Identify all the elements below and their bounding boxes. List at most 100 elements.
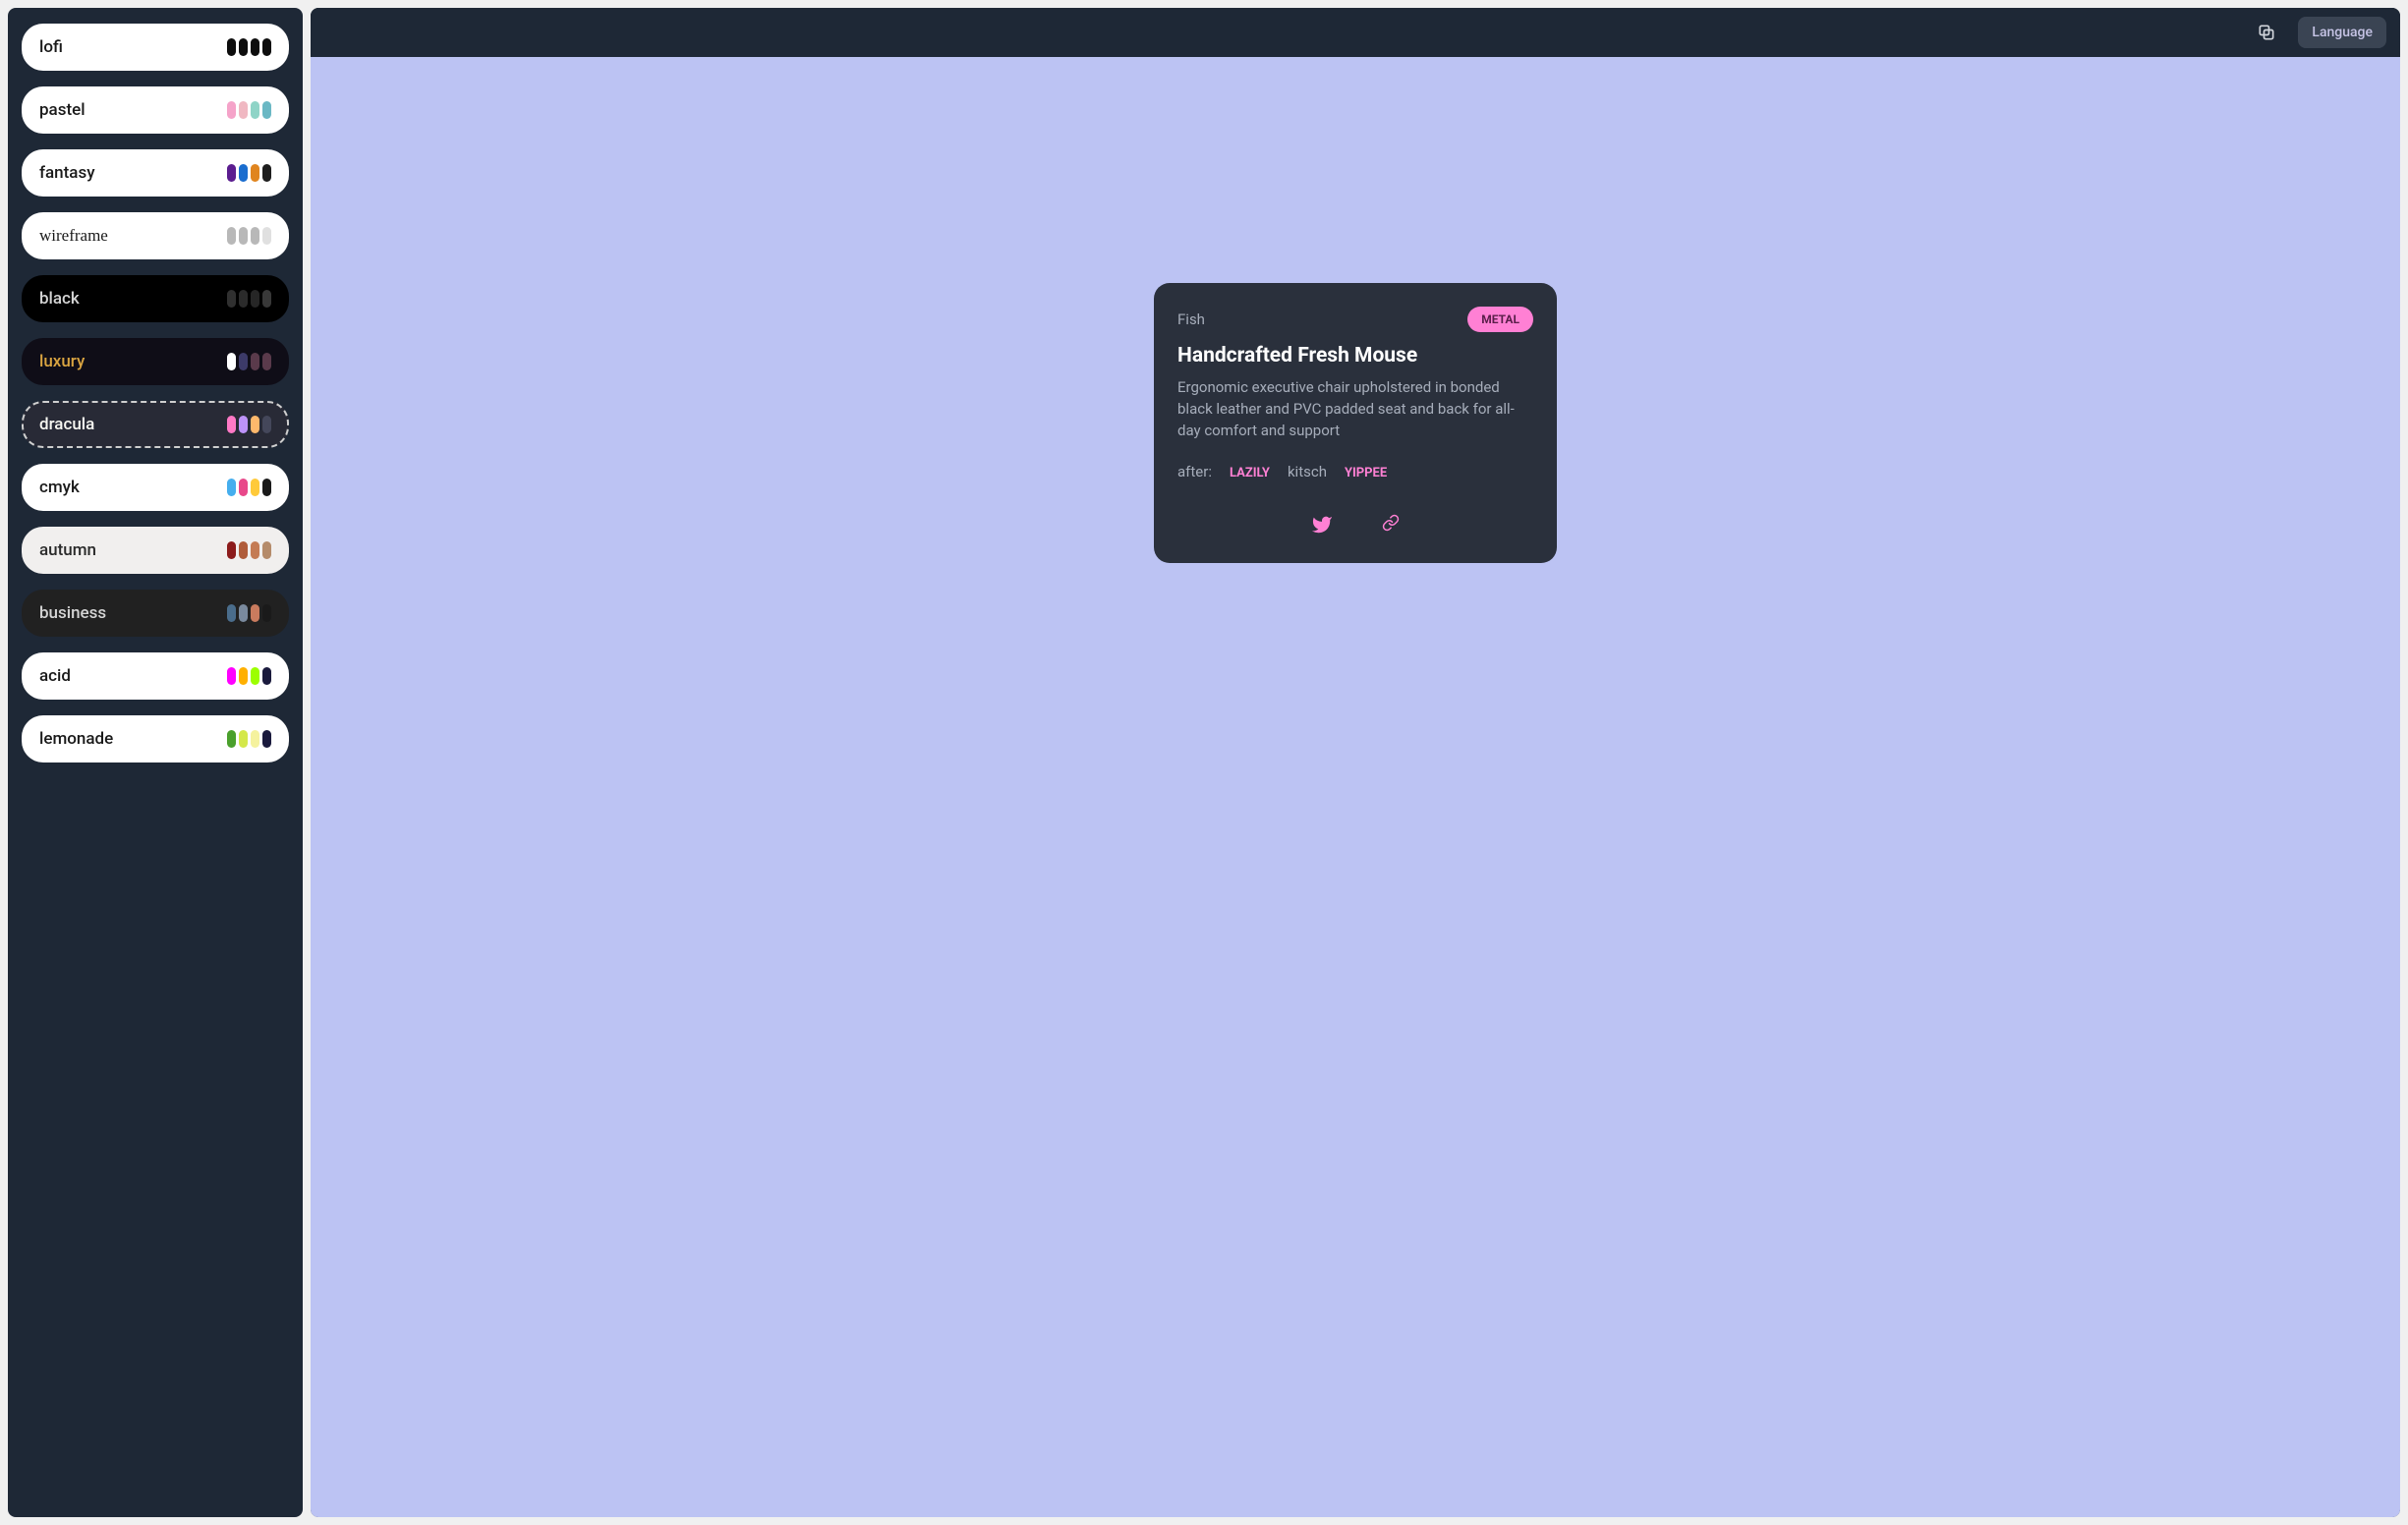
swatch: [251, 479, 259, 496]
swatch: [251, 38, 259, 56]
theme-swatches: [227, 667, 271, 685]
swatch: [239, 730, 248, 748]
theme-item-luxury[interactable]: luxury: [22, 338, 289, 385]
link-icon: [1382, 514, 1400, 532]
swatch: [251, 541, 259, 559]
theme-swatches: [227, 101, 271, 119]
swatch: [262, 164, 271, 182]
copy-icon: [2257, 23, 2276, 42]
theme-swatches: [227, 479, 271, 496]
theme-swatches: [227, 164, 271, 182]
swatch: [262, 541, 271, 559]
swatch: [262, 290, 271, 308]
theme-swatches: [227, 730, 271, 748]
swatch: [227, 730, 236, 748]
preview-canvas: Fish METAL Handcrafted Fresh Mouse Ergon…: [311, 57, 2400, 1517]
swatch: [239, 416, 248, 433]
language-button[interactable]: Language: [2298, 17, 2386, 48]
theme-label: business: [39, 603, 106, 623]
swatch: [251, 353, 259, 370]
swatch: [227, 290, 236, 308]
tags-label: after:: [1177, 463, 1212, 480]
swatch: [251, 730, 259, 748]
theme-label: luxury: [39, 352, 85, 371]
preview-card: Fish METAL Handcrafted Fresh Mouse Ergon…: [1154, 283, 1557, 563]
swatch: [227, 227, 236, 245]
swatch: [262, 227, 271, 245]
card-title: Handcrafted Fresh Mouse: [1177, 344, 1533, 367]
card-description: Ergonomic executive chair upholstered in…: [1177, 377, 1533, 441]
theme-item-cmyk[interactable]: cmyk: [22, 464, 289, 511]
theme-label: black: [39, 289, 80, 309]
theme-sidebar: lofi pastel fantasy wireframe black luxury dra…: [8, 8, 303, 1517]
theme-item-dracula[interactable]: dracula: [22, 401, 289, 448]
swatch: [239, 667, 248, 685]
swatch: [251, 604, 259, 622]
theme-label: fantasy: [39, 163, 95, 183]
swatch: [227, 101, 236, 119]
swatch: [251, 416, 259, 433]
swatch: [239, 101, 248, 119]
card-tags: after: LAZILY kitsch YIPPEE: [1177, 463, 1533, 480]
swatch: [227, 416, 236, 433]
swatch: [251, 164, 259, 182]
theme-swatches: [227, 541, 271, 559]
card-actions: [1177, 514, 1533, 539]
twitter-icon: [1311, 514, 1333, 536]
swatch: [227, 667, 236, 685]
theme-item-lemonade[interactable]: lemonade: [22, 715, 289, 762]
theme-swatches: [227, 416, 271, 433]
swatch: [227, 479, 236, 496]
swatch: [251, 227, 259, 245]
tag-primary: LAZILY: [1230, 466, 1270, 480]
theme-item-business[interactable]: business: [22, 590, 289, 637]
swatch: [239, 290, 248, 308]
swatch: [262, 101, 271, 119]
swatch: [239, 38, 248, 56]
swatch: [262, 38, 271, 56]
swatch: [262, 604, 271, 622]
theme-label: cmyk: [39, 478, 80, 497]
theme-label: autumn: [39, 540, 96, 560]
swatch: [227, 541, 236, 559]
tag-secondary: kitsch: [1288, 463, 1327, 480]
swatch: [262, 479, 271, 496]
theme-swatches: [227, 604, 271, 622]
theme-item-black[interactable]: black: [22, 275, 289, 322]
theme-swatches: [227, 38, 271, 56]
theme-item-acid[interactable]: acid: [22, 652, 289, 700]
swatch: [251, 101, 259, 119]
theme-label: dracula: [39, 415, 94, 434]
swatch: [227, 353, 236, 370]
swatch: [239, 541, 248, 559]
swatch: [227, 38, 236, 56]
theme-swatches: [227, 227, 271, 245]
tag-accent: YIPPEE: [1345, 466, 1387, 480]
swatch: [262, 416, 271, 433]
theme-item-lofi[interactable]: lofi: [22, 24, 289, 71]
theme-label: lofi: [39, 37, 63, 57]
swatch: [262, 353, 271, 370]
theme-label: pastel: [39, 100, 86, 120]
theme-item-autumn[interactable]: autumn: [22, 527, 289, 574]
theme-label: lemonade: [39, 729, 113, 749]
card-badge: METAL: [1467, 307, 1533, 332]
theme-swatches: [227, 353, 271, 370]
swatch: [239, 479, 248, 496]
copy-button[interactable]: [2249, 15, 2284, 50]
swatch: [262, 667, 271, 685]
card-header: Fish METAL: [1177, 307, 1533, 332]
swatch: [251, 667, 259, 685]
theme-label: acid: [39, 666, 71, 686]
card-category: Fish: [1177, 311, 1205, 328]
topbar: Language: [311, 8, 2400, 57]
swatch: [239, 227, 248, 245]
main-panel: Language Fish METAL Handcrafted Fresh Mo…: [311, 8, 2400, 1517]
theme-item-fantasy[interactable]: fantasy: [22, 149, 289, 197]
theme-item-pastel[interactable]: pastel: [22, 86, 289, 134]
twitter-button[interactable]: [1311, 514, 1333, 539]
theme-label: wireframe: [39, 226, 108, 246]
swatch: [239, 353, 248, 370]
theme-item-wireframe[interactable]: wireframe: [22, 212, 289, 259]
link-button[interactable]: [1382, 514, 1400, 539]
